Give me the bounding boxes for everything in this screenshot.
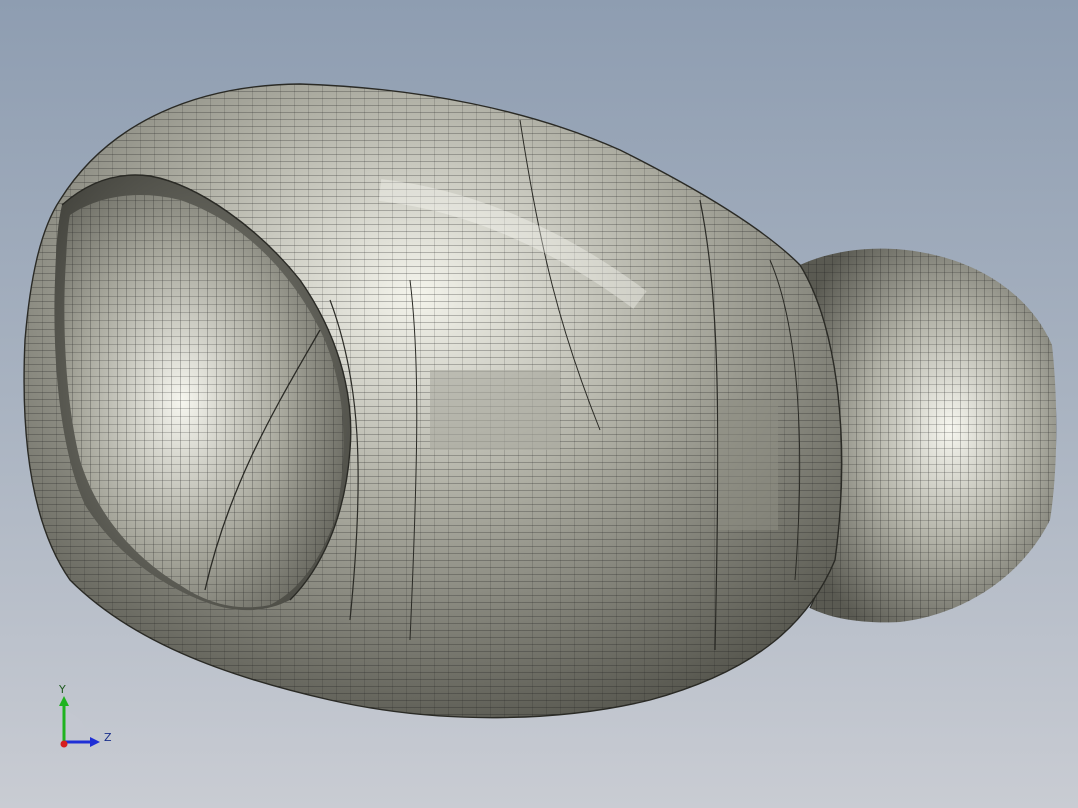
x-axis-dot-icon: [60, 740, 68, 748]
z-axis-label: Z: [104, 731, 112, 744]
orientation-triad[interactable]: Y Z: [48, 684, 120, 754]
y-axis-label: Y: [59, 683, 66, 696]
y-axis-arrow-icon: [59, 696, 69, 706]
z-axis-arrow-icon: [90, 737, 100, 747]
3d-model-view[interactable]: [0, 0, 1078, 808]
graphics-viewport[interactable]: Y Z: [0, 0, 1078, 808]
